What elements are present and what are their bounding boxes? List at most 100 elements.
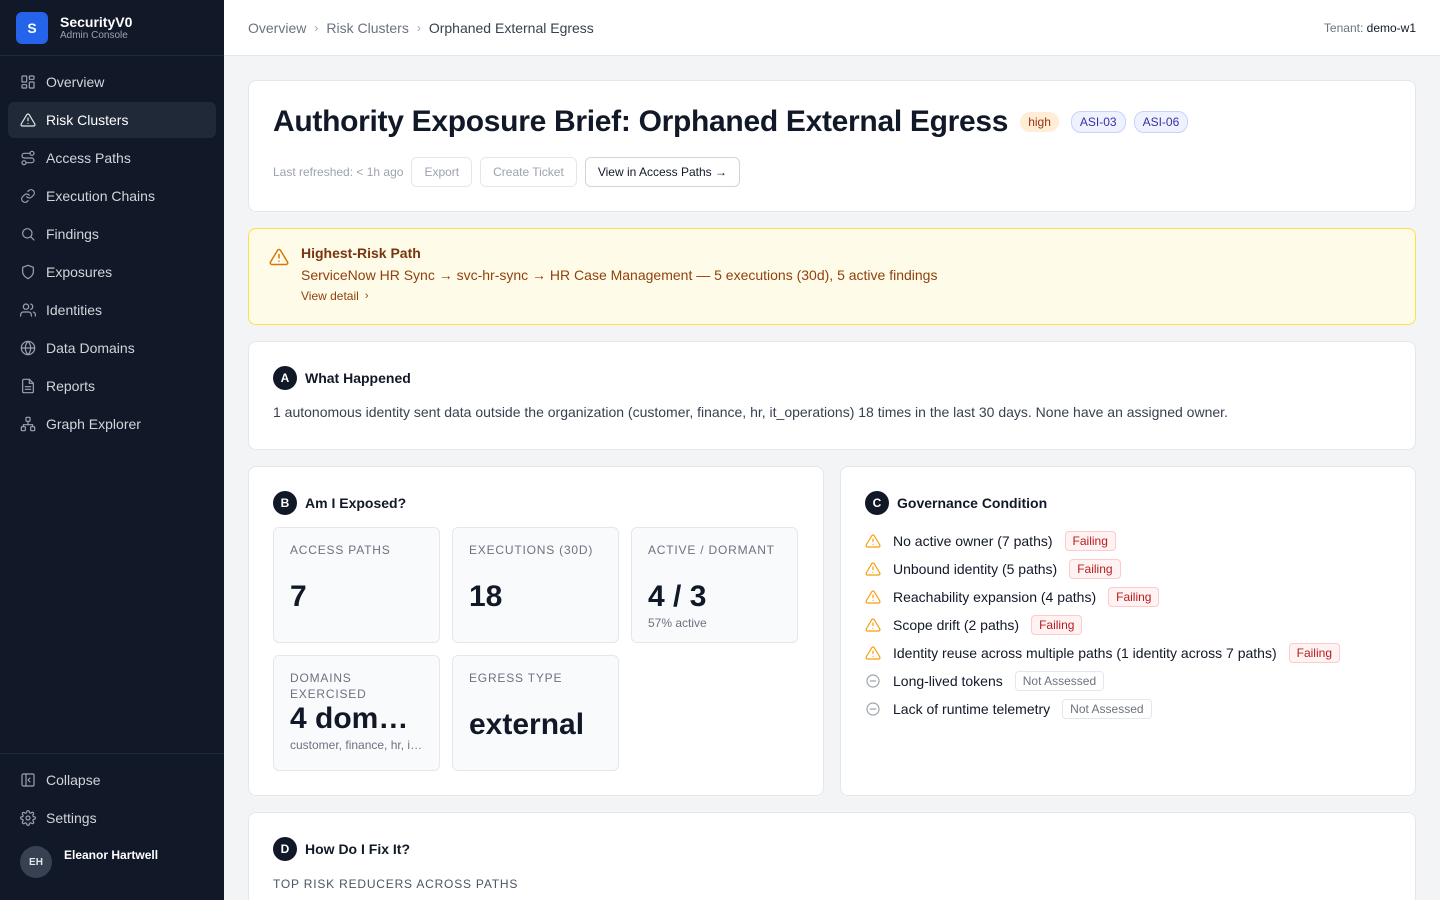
last-refreshed: Last refreshed: < 1h ago xyxy=(273,165,404,179)
tenant-indicator: Tenant: demo-w1 xyxy=(1324,21,1416,35)
sidebar-item-label: Risk Clusters xyxy=(46,112,129,128)
collapse-icon xyxy=(20,772,36,788)
warning-triangle-icon xyxy=(865,589,881,605)
sidebar-item-execution-chains[interactable]: Execution Chains xyxy=(8,178,216,214)
chevron-right-icon: › xyxy=(364,290,369,302)
user-name: Eleanor Hartwell xyxy=(64,848,159,862)
status-badge: Failing xyxy=(1288,643,1340,663)
sidebar-item-access-paths[interactable]: Access Paths xyxy=(8,140,216,176)
tag-badge-asi-03: ASI-03 xyxy=(1070,111,1126,133)
warning-triangle-icon xyxy=(20,112,36,128)
brand-subtitle: Admin Console xyxy=(60,29,128,41)
stat-label: Domains Exercised xyxy=(290,671,367,701)
governance-item-label: Long-lived tokens xyxy=(893,673,1003,689)
governance-list: No active owner (7 paths) Failing Unbound … xyxy=(865,527,1391,723)
highest-risk-alert: Highest-Risk Path ServiceNow HR Sync → s… xyxy=(248,228,1416,325)
sidebar-item-label: Exposures xyxy=(46,264,113,280)
status-badge: Not Assessed xyxy=(1062,699,1152,719)
network-icon xyxy=(20,416,36,432)
breadcrumb-risk-clusters[interactable]: Risk Clusters xyxy=(326,20,408,36)
top-header: Overview › Risk Clusters › Orphaned Exte… xyxy=(224,0,1440,56)
chevron-right-icon: › xyxy=(314,20,319,35)
what-happened-card: A What Happened 1 autonomous identity se… xyxy=(248,341,1416,450)
document-icon xyxy=(20,378,36,394)
breadcrumb-overview[interactable]: Overview xyxy=(248,20,306,36)
warning-triangle-icon xyxy=(269,247,289,308)
user-profile[interactable]: EH Eleanor Hartwell xyxy=(8,840,216,884)
sidebar-item-label: Execution Chains xyxy=(46,188,155,204)
brand-name: SecurityV0 xyxy=(60,13,133,30)
section-title: Am I Exposed? xyxy=(305,495,407,511)
governance-item-label: Reachability expansion (4 paths) xyxy=(893,589,1097,605)
governance-item-label: Identity reuse across multiple paths (1 … xyxy=(893,645,1277,661)
governance-item: Lack of runtime telemetry Not Assessed xyxy=(865,695,1391,723)
section-letter: C xyxy=(865,491,889,515)
minus-circle-icon xyxy=(865,701,881,717)
stat-label: Executions (30D) xyxy=(469,543,594,557)
section-letter: A xyxy=(273,366,297,390)
stat-egress-type: Egress Type external xyxy=(452,655,619,771)
stat-value: 4 / 3 xyxy=(648,580,707,613)
governance-item: Scope drift (2 paths) Failing xyxy=(865,611,1391,639)
stat-grid: Access Paths 7 Executions (30D) 18 Activ… xyxy=(273,527,799,771)
gear-icon xyxy=(20,810,36,826)
sidebar-item-label: Findings xyxy=(46,226,99,242)
view-detail-link[interactable]: View detail › xyxy=(301,289,369,303)
what-happened-text: 1 autonomous identity sent data outside … xyxy=(273,404,1228,420)
sidebar-item-graph-explorer[interactable]: Graph Explorer xyxy=(8,406,216,442)
governance-condition-card: C Governance Condition No active owner (… xyxy=(840,466,1416,796)
fix-subtitle: Top Risk Reducers Across Paths xyxy=(273,877,519,891)
sidebar-footer: Collapse Settings EH Eleanor Hartwell xyxy=(0,753,224,892)
breadcrumb-current: Orphaned External Egress xyxy=(428,19,594,36)
stat-executions: Executions (30D) 18 xyxy=(452,527,619,643)
create-ticket-button[interactable]: Create Ticket xyxy=(480,157,577,187)
stat-domains-exercised: Domains Exercised 4 domains customer, fi… xyxy=(273,655,440,771)
sidebar-item-risk-clusters[interactable]: Risk Clusters xyxy=(8,102,216,138)
avatar: EH xyxy=(20,846,52,878)
stat-sub: 57% active xyxy=(648,616,707,630)
sidebar-item-data-domains[interactable]: Data Domains xyxy=(8,330,216,366)
view-detail-label: View detail xyxy=(301,289,359,303)
stat-value: 4 domains xyxy=(290,702,423,735)
tag-badge-asi-06: ASI-06 xyxy=(1133,111,1189,133)
stat-value: 7 xyxy=(290,580,307,613)
tenant-value: demo-w1 xyxy=(1366,20,1416,35)
status-badge: Not Assessed xyxy=(1014,671,1105,691)
sidebar-item-reports[interactable]: Reports xyxy=(8,368,216,404)
governance-item: Identity reuse across multiple paths (1 … xyxy=(865,639,1391,667)
link-icon xyxy=(20,188,36,204)
sidebar-item-identities[interactable]: Identities xyxy=(8,292,216,328)
stat-active-dormant: Active / Dormant 4 / 3 57% active xyxy=(631,527,798,643)
tenant-label: Tenant: xyxy=(1323,20,1364,35)
governance-item-label: Unbound identity (5 paths) xyxy=(893,561,1058,577)
warning-triangle-icon xyxy=(865,561,881,577)
view-in-access-paths-button[interactable]: View in Access Paths → xyxy=(584,157,740,187)
status-badge: Failing xyxy=(1031,615,1083,635)
severity-badge: high xyxy=(1020,112,1059,132)
sidebar-item-exposures[interactable]: Exposures xyxy=(8,254,216,290)
settings-button[interactable]: Settings xyxy=(8,800,216,836)
sidebar-item-label: Graph Explorer xyxy=(46,416,141,432)
brand[interactable]: S SecurityV0 Admin Console xyxy=(0,0,224,56)
warning-triangle-icon xyxy=(865,617,881,633)
settings-label: Settings xyxy=(46,810,97,826)
chevron-right-icon: › xyxy=(416,20,421,35)
warning-triangle-icon xyxy=(865,533,881,549)
sidebar-item-overview[interactable]: Overview xyxy=(8,64,216,100)
minus-circle-icon xyxy=(865,673,881,689)
section-title: Governance Condition xyxy=(897,495,1048,511)
sidebar-item-findings[interactable]: Findings xyxy=(8,216,216,252)
governance-item: Reachability expansion (4 paths) Failing xyxy=(865,583,1391,611)
stat-label: Egress Type xyxy=(469,671,563,685)
governance-item-label: Lack of runtime telemetry xyxy=(893,701,1051,717)
sidebar-item-label: Reports xyxy=(46,378,96,394)
collapse-button[interactable]: Collapse xyxy=(8,762,216,798)
status-badge: Failing xyxy=(1069,559,1121,579)
export-button[interactable]: Export xyxy=(411,157,473,187)
brand-logo: S xyxy=(16,11,48,44)
sidebar-item-label: Data Domains xyxy=(46,340,135,356)
governance-item: Long-lived tokens Not Assessed xyxy=(865,667,1391,695)
alert-text: ServiceNow HR Sync → svc-hr-sync → HR Ca… xyxy=(301,267,938,283)
globe-icon xyxy=(20,340,36,356)
brief-header-card: Authority Exposure Brief: Orphaned Exter… xyxy=(248,80,1416,212)
